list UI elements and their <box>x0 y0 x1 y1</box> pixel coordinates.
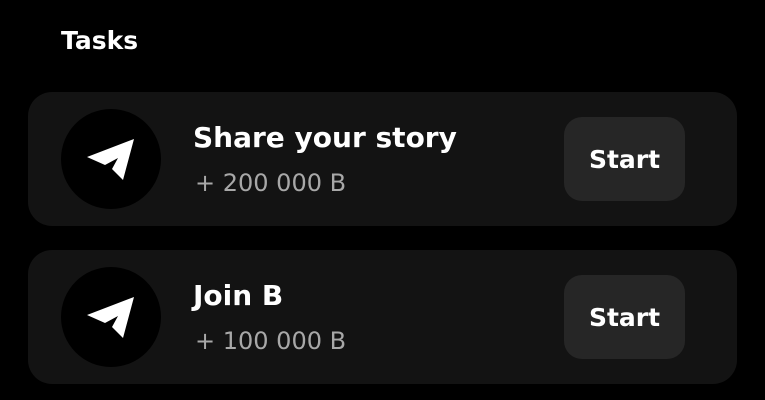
task-reward: + 200 000 B <box>195 169 347 197</box>
task-card: Share your story + 200 000 B Start <box>28 92 737 226</box>
telegram-send-icon <box>87 139 134 180</box>
start-button[interactable]: Start <box>564 275 685 359</box>
task-icon-circle <box>61 109 161 209</box>
task-card: Join B + 100 000 B Start <box>28 250 737 384</box>
task-icon-circle <box>61 267 161 367</box>
task-reward: + 100 000 B <box>195 327 347 355</box>
telegram-send-icon <box>87 297 134 338</box>
start-button[interactable]: Start <box>564 117 685 201</box>
section-title: Tasks <box>61 26 139 55</box>
task-title: Share your story <box>193 121 457 154</box>
task-title: Join B <box>193 279 284 312</box>
